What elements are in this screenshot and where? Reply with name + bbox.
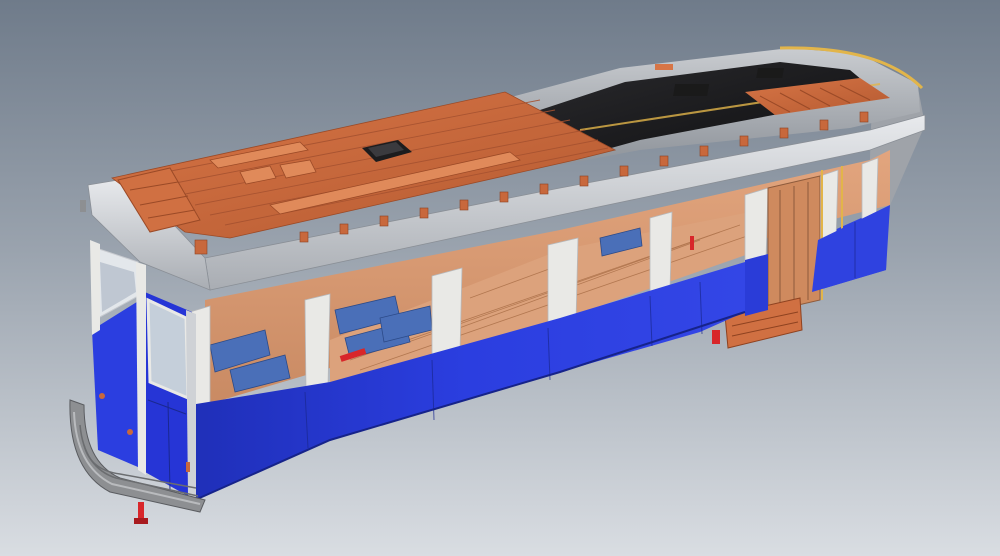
render-viewport [0,0,1000,556]
front-cab [90,240,196,500]
tram-scene [69,46,926,524]
coupler [134,502,148,524]
mirror [80,200,86,212]
